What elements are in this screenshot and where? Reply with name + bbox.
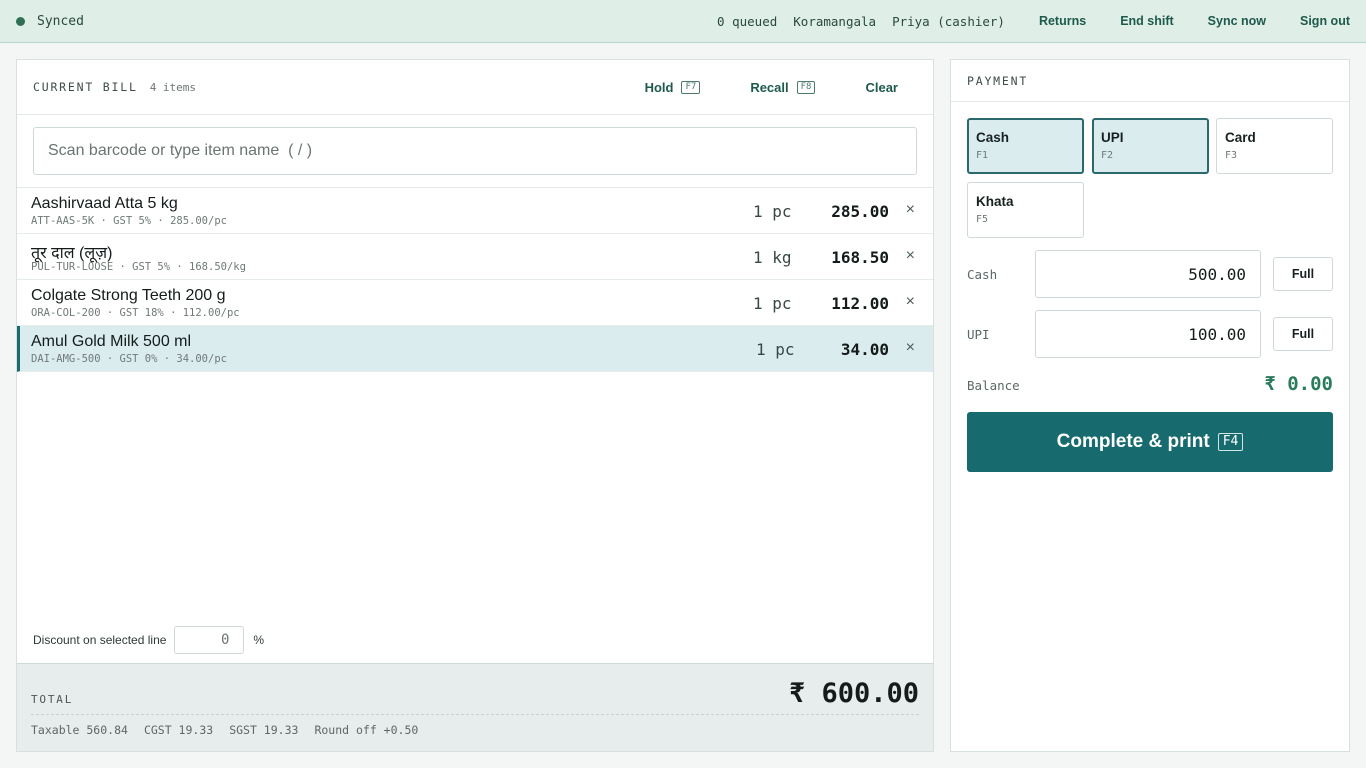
upi-amount-input[interactable]: [1035, 310, 1261, 358]
remove-icon[interactable]: ×: [906, 201, 915, 219]
cgst-value: CGST 19.33: [143, 723, 214, 737]
recall-shortcut: F8: [796, 80, 816, 94]
sign-out-link[interactable]: Sign out: [1300, 14, 1350, 28]
recall-button[interactable]: Recall F8: [750, 79, 816, 95]
item-amount: 34.00: [840, 340, 889, 359]
method-name: Cash: [976, 130, 1010, 145]
item-meta: ATT-AAS-5K · GST 5% · 285.00/pc: [31, 215, 227, 227]
bill-line[interactable]: Colgate Strong Teeth 200 g ORA-COL-200 ·…: [17, 280, 933, 326]
item-amount: 285.00: [831, 202, 889, 221]
method-shortcut: F3: [1225, 150, 1238, 161]
line-discount: Discount on selected line %: [33, 626, 264, 654]
taxable-value: Taxable 560.84: [31, 723, 128, 737]
payment-title: PAYMENT: [967, 73, 1029, 88]
payment-header: PAYMENT: [951, 60, 1349, 102]
method-upi[interactable]: UPI F2: [1092, 118, 1209, 174]
discount-unit: %: [253, 633, 265, 647]
sync-status-icon: [16, 16, 25, 26]
complete-shortcut: F4: [1217, 433, 1244, 451]
upi-amount-label: UPI: [967, 327, 990, 342]
item-meta: ORA-COL-200 · GST 18% · 112.00/pc: [31, 307, 240, 319]
divider: [31, 714, 919, 715]
upi-full-button[interactable]: Full: [1273, 317, 1333, 351]
bill-line[interactable]: Aashirvaad Atta 5 kg ATT-AAS-5K · GST 5%…: [17, 188, 933, 234]
bill-line-selected[interactable]: Amul Gold Milk 500 ml DAI-AMG-500 · GST …: [17, 326, 933, 372]
recall-label: Recall: [750, 79, 789, 95]
method-name: Card: [1225, 130, 1256, 145]
item-quantity[interactable]: 1 kg: [753, 248, 792, 267]
clear-button[interactable]: Clear: [865, 80, 898, 95]
method-shortcut: F2: [1101, 150, 1114, 161]
cash-amount-input[interactable]: [1035, 250, 1261, 298]
returns-link[interactable]: Returns: [1039, 14, 1086, 28]
hold-label: Hold: [644, 79, 674, 95]
item-search-input[interactable]: [33, 127, 917, 175]
discount-input[interactable]: [174, 626, 245, 654]
end-shift-link[interactable]: End shift: [1120, 14, 1173, 28]
item-meta: PUL-TUR-LOOSE · GST 5% · 168.50/kg: [31, 261, 246, 273]
complete-label: Complete & print: [1056, 431, 1210, 452]
method-khata[interactable]: Khata F5: [967, 182, 1084, 238]
method-shortcut: F1: [976, 150, 989, 161]
bill-actions: Hold F7 Recall F8 Clear: [595, 80, 917, 95]
current-bill-panel: CURRENT BILL 4 items Hold F7 Recall F8 C…: [16, 59, 934, 752]
total-summary: TOTAL ₹ 600.00 Taxable 560.84 CGST 19.33…: [17, 663, 933, 751]
payment-panel: PAYMENT Cash F1 UPI F2 Card F3 Khata F5 …: [950, 59, 1350, 752]
top-right-group: 0 queued Koramangala Priya (cashier) Ret…: [701, 14, 1350, 29]
item-quantity[interactable]: 1 pc: [756, 340, 795, 359]
bill-lines: Aashirvaad Atta 5 kg ATT-AAS-5K · GST 5%…: [17, 188, 933, 372]
discount-label: Discount on selected line: [33, 633, 167, 647]
method-shortcut: F5: [976, 214, 989, 225]
method-name: Khata: [976, 194, 1014, 209]
item-quantity[interactable]: 1 pc: [753, 294, 792, 313]
cashier-name: Priya (cashier): [892, 13, 1005, 29]
remove-icon[interactable]: ×: [906, 247, 915, 265]
search-area: [17, 115, 933, 188]
bill-line[interactable]: तूर दाल (लूज़) PUL-TUR-LOOSE · GST 5% · …: [17, 234, 933, 280]
item-amount: 168.50: [831, 248, 889, 267]
item-meta: DAI-AMG-500 · GST 0% · 34.00/pc: [31, 353, 227, 365]
bill-item-count: 4 items: [149, 80, 197, 94]
tax-breakdown: Taxable 560.84 CGST 19.33 SGST 19.33 Rou…: [31, 723, 434, 737]
balance-label: Balance: [967, 378, 1020, 393]
item-amount: 112.00: [831, 294, 889, 313]
remove-icon[interactable]: ×: [906, 293, 915, 311]
item-name: Amul Gold Milk 500 ml: [31, 333, 192, 350]
item-name: Aashirvaad Atta 5 kg: [31, 195, 178, 212]
complete-print-button[interactable]: Complete & print F4: [967, 412, 1333, 472]
hold-shortcut: F7: [681, 80, 701, 94]
method-cash[interactable]: Cash F1: [967, 118, 1084, 174]
bill-header: CURRENT BILL 4 items Hold F7 Recall F8 C…: [17, 60, 933, 115]
total-label: TOTAL: [31, 693, 74, 706]
queued-count: 0 queued: [717, 13, 778, 29]
item-name: Colgate Strong Teeth 200 g: [31, 287, 226, 304]
status-bar: Synced 0 queued Koramangala Priya (cashi…: [0, 0, 1366, 43]
method-card[interactable]: Card F3: [1216, 118, 1333, 174]
method-name: UPI: [1101, 130, 1124, 145]
item-quantity[interactable]: 1 pc: [753, 202, 792, 221]
item-name: तूर दाल (लूज़): [31, 245, 113, 262]
sgst-value: SGST 19.33: [229, 723, 299, 737]
bill-title: CURRENT BILL: [33, 80, 138, 94]
sync-now-link[interactable]: Sync now: [1208, 14, 1266, 28]
cash-amount-label: Cash: [967, 267, 998, 282]
store-name: Koramangala: [793, 13, 877, 29]
round-off-value: Round off +0.50: [314, 723, 419, 737]
cash-full-button[interactable]: Full: [1273, 257, 1333, 291]
hold-button[interactable]: Hold F7: [645, 80, 701, 95]
balance-amount: ₹ 0.00: [1264, 373, 1333, 395]
total-amount: ₹ 600.00: [788, 678, 919, 709]
remove-icon[interactable]: ×: [906, 339, 915, 357]
sync-status: Synced: [37, 13, 84, 29]
